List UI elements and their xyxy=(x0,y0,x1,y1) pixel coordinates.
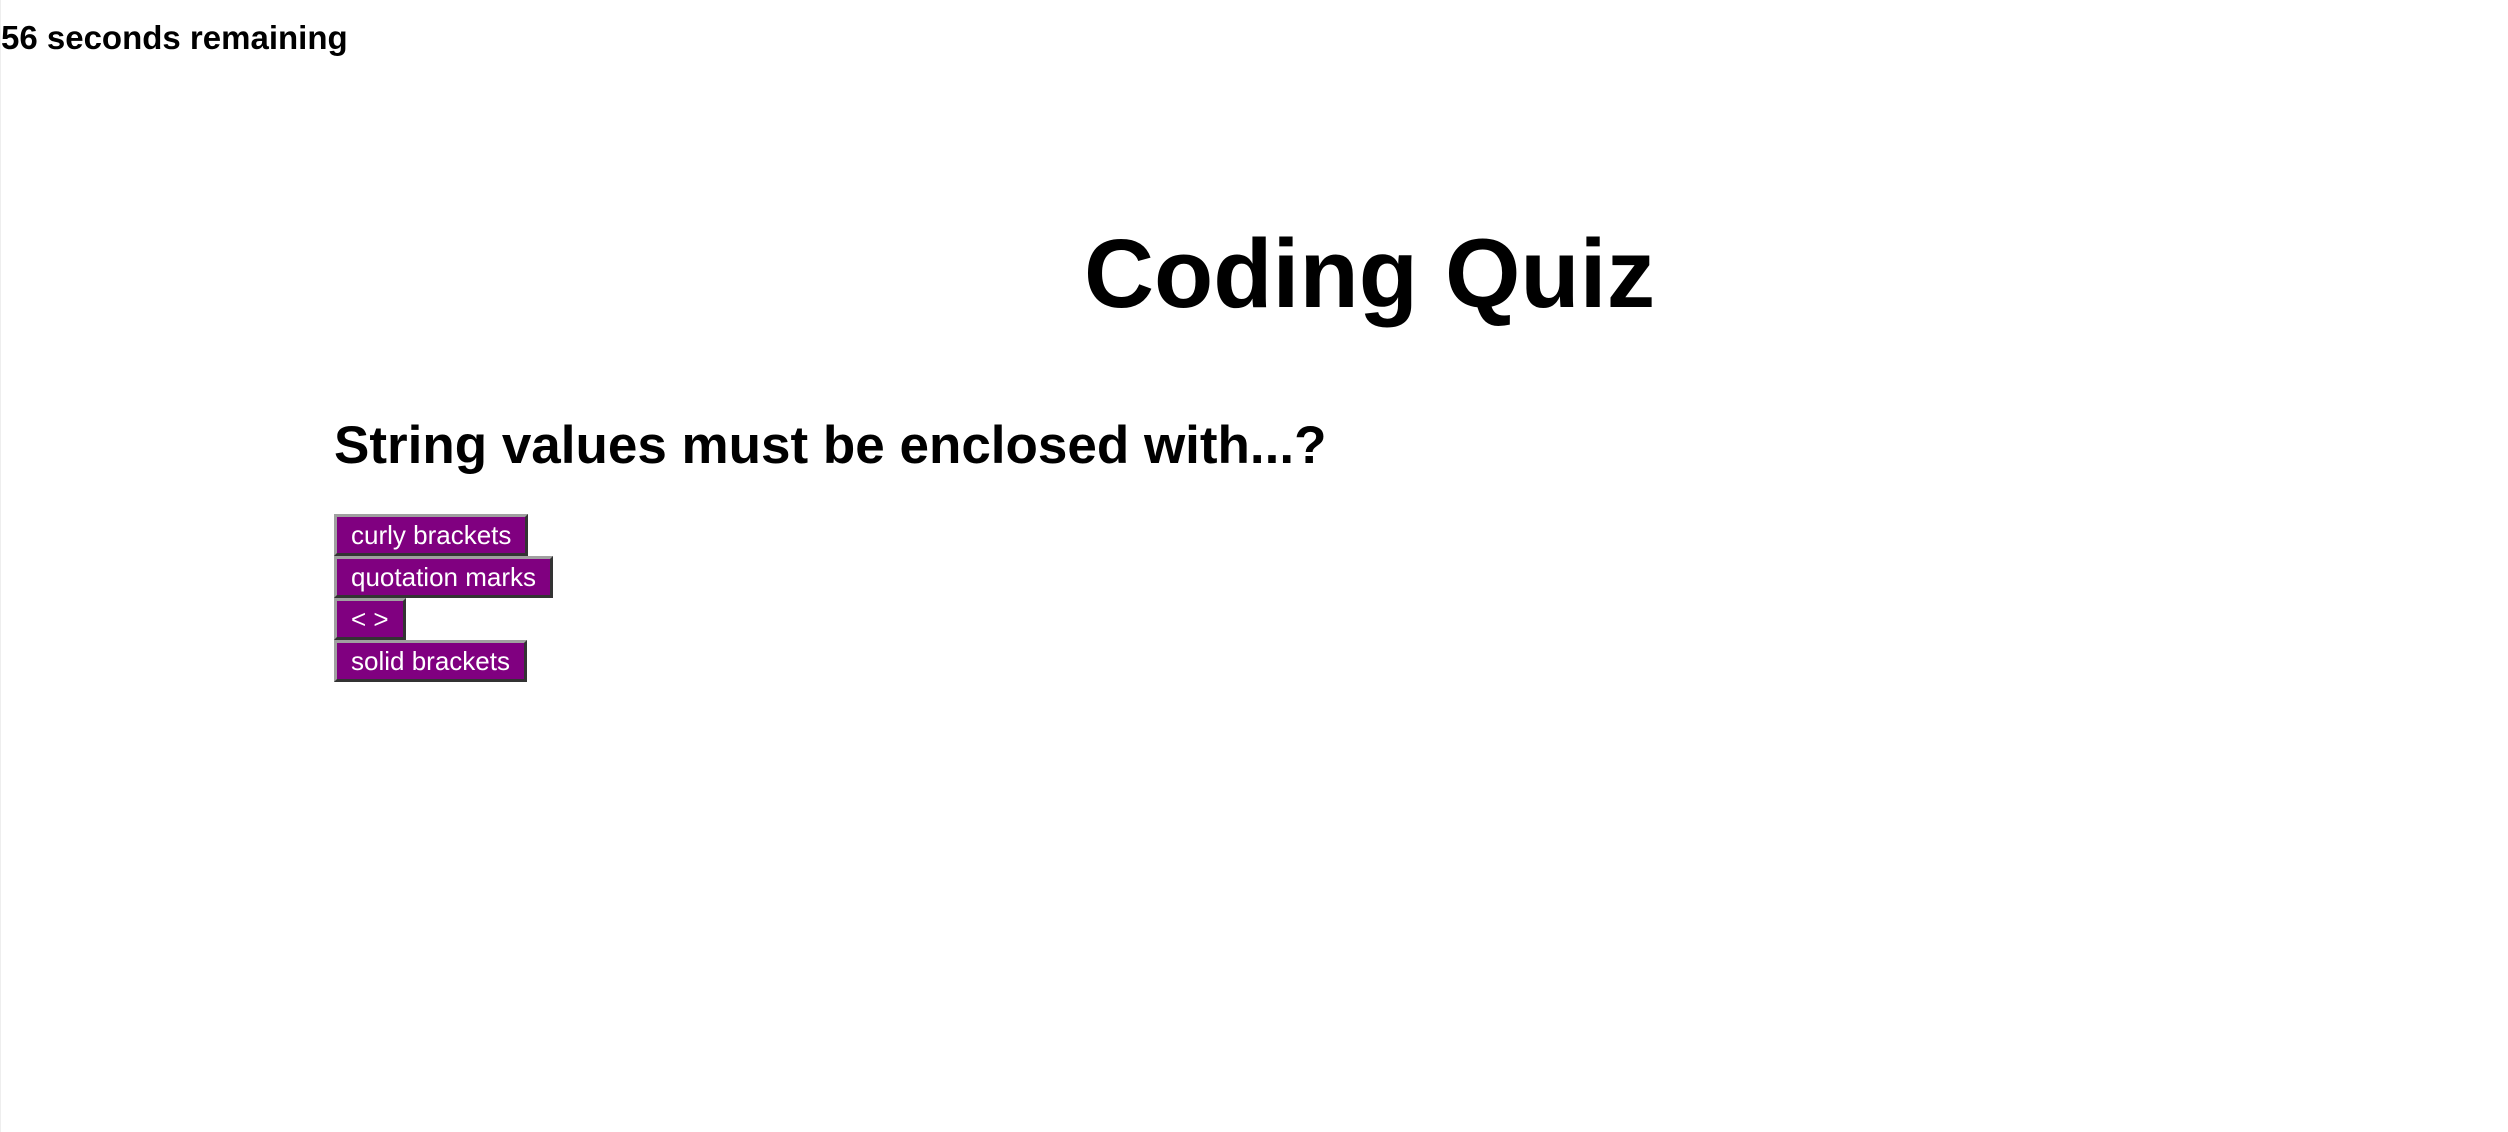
answer-choices: curly brackets quotation marks < > solid… xyxy=(334,514,553,682)
answer-button-solid-brackets[interactable]: solid brackets xyxy=(334,640,527,682)
answer-button-quotation-marks[interactable]: quotation marks xyxy=(334,556,553,598)
page-title: Coding Quiz xyxy=(1084,219,1656,328)
answer-button-curly-brackets[interactable]: curly brackets xyxy=(334,514,529,556)
timer-text: 56 seconds remaining xyxy=(1,19,348,56)
answer-button-angle-brackets[interactable]: < > xyxy=(334,598,406,640)
quiz-page: 56 seconds remaining Coding Quiz String … xyxy=(0,0,2508,1132)
question-text: String values must be enclosed with...? xyxy=(334,416,1327,475)
